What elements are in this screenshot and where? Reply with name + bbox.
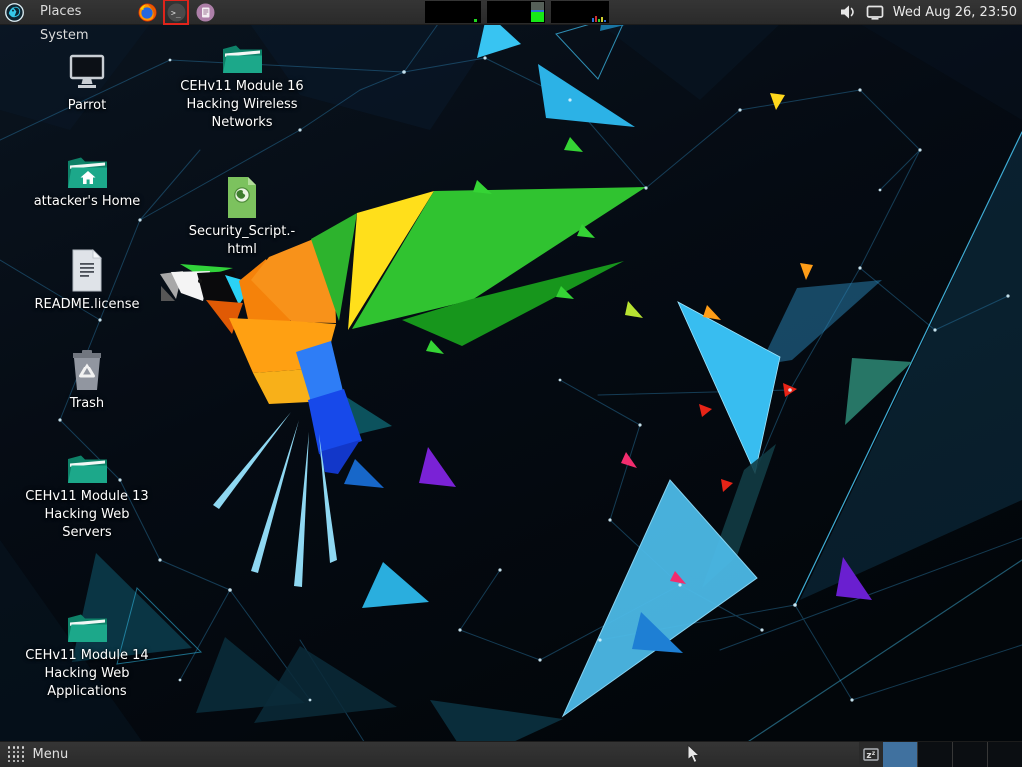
terminal-icon: >_ (167, 3, 186, 22)
text-editor-launcher[interactable] (193, 0, 217, 24)
desktop-icon-attackers-home[interactable]: attacker's Home (21, 153, 153, 211)
workspace-1[interactable] (883, 742, 918, 767)
menu-button-label: Menu (33, 747, 69, 762)
trash-icon (68, 348, 106, 392)
bottom-panel: Menu z z (0, 741, 1022, 767)
top-panel: Applications Places System >_ (0, 0, 1022, 25)
workspace-2[interactable] (918, 742, 953, 767)
memory-usage-bar[interactable] (487, 1, 545, 23)
text-editor-icon (196, 3, 215, 22)
desktop-icon-security-script[interactable]: Security_Script.-html (176, 175, 308, 259)
terminal-launcher[interactable]: >_ (164, 0, 188, 24)
icon-label: CEHv11 Module 13 Hacking Web Servers (21, 488, 153, 543)
workspace-3[interactable] (953, 742, 988, 767)
bottom-right-zone: z z (859, 742, 1022, 767)
system-monitor-applets (425, 1, 609, 23)
desktop-icon-readme-license[interactable]: README.license (21, 248, 153, 314)
volume-icon[interactable] (840, 4, 857, 20)
show-desktop-icon: z z (863, 747, 879, 763)
menu-places[interactable]: Places (30, 0, 129, 24)
menu-system[interactable]: System (30, 24, 129, 48)
desktop-icon-module16-folder[interactable]: CEHv11 Module 16 Hacking Wireless Networ… (176, 42, 308, 133)
icon-label: README.license (34, 296, 139, 314)
desktop-icon-module14-folder[interactable]: CEHv11 Module 14 Hacking Web Application… (21, 611, 153, 702)
panel-clock[interactable]: Wed Aug 26, 23:50 (893, 5, 1017, 20)
home-folder-icon (66, 153, 109, 190)
text-file-icon (70, 248, 104, 293)
menu-button[interactable]: Menu (0, 742, 76, 767)
firefox-launcher[interactable] (135, 0, 159, 24)
desktop-icon-parrot[interactable]: Parrot (21, 52, 153, 115)
icon-label: Parrot (68, 97, 106, 115)
icon-label: Security_Script.-html (176, 223, 308, 259)
show-desktop-button[interactable]: z z (859, 742, 883, 767)
desktop-icon-trash[interactable]: Trash (21, 348, 153, 413)
firefox-icon (138, 3, 157, 22)
icon-label: CEHv11 Module 14 Hacking Web Application… (21, 647, 153, 702)
icon-label: attacker's Home (34, 193, 141, 211)
menubar: Applications Places System (30, 0, 129, 48)
folder-icon (66, 452, 109, 485)
html-file-icon (225, 175, 259, 220)
workspace-switcher (883, 742, 1022, 767)
icon-label: Trash (70, 395, 104, 413)
network-load-graph[interactable] (551, 1, 609, 23)
workspace-4[interactable] (988, 742, 1022, 767)
folder-icon (221, 42, 264, 75)
parrot-menu-logo-icon[interactable] (5, 3, 24, 22)
desktop-icon-module13-folder[interactable]: CEHv11 Module 13 Hacking Web Servers (21, 452, 153, 543)
menu-grid-icon (8, 746, 25, 763)
folder-icon (66, 611, 109, 644)
svg-text:z: z (872, 750, 876, 757)
system-tray: Wed Aug 26, 23:50 (840, 0, 1017, 24)
icon-label: CEHv11 Module 16 Hacking Wireless Networ… (176, 78, 308, 133)
svg-text:>_: >_ (171, 8, 181, 17)
display-icon[interactable] (866, 5, 884, 20)
cpu-load-graph[interactable] (425, 1, 481, 23)
panel-launchers: >_ (135, 0, 217, 24)
desktop-wallpaper (0, 0, 1022, 767)
computer-icon (66, 52, 108, 94)
